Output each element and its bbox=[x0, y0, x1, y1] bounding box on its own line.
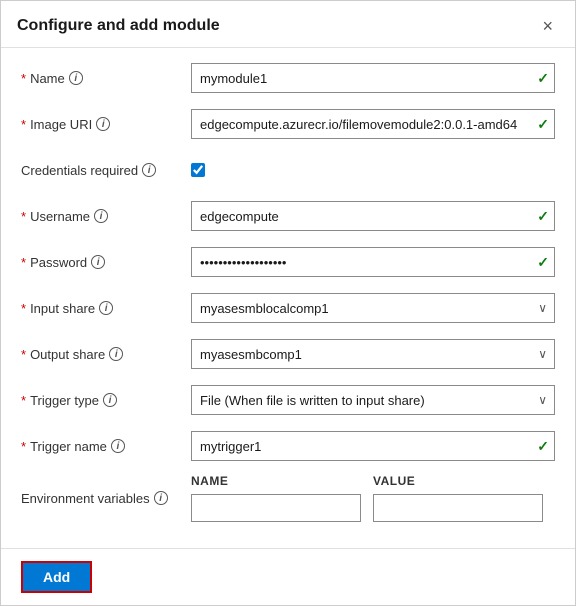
trigger-name-label-text: Trigger name bbox=[30, 439, 107, 454]
env-value-header: VALUE bbox=[373, 474, 543, 488]
env-vars-row: Environment variables i NAME VALUE bbox=[21, 474, 555, 522]
image-uri-row: * Image URI i ✓ bbox=[21, 106, 555, 142]
password-input[interactable] bbox=[191, 247, 555, 277]
input-share-label-text: Input share bbox=[30, 301, 95, 316]
username-label: * Username i bbox=[21, 209, 191, 224]
trigger-name-required: * bbox=[21, 439, 26, 454]
password-info-icon: i bbox=[91, 255, 105, 269]
trigger-type-row: * Trigger type i File (When file is writ… bbox=[21, 382, 555, 418]
credentials-row: Credentials required i bbox=[21, 152, 555, 188]
output-share-select[interactable]: myasesmbcomp1 bbox=[191, 339, 555, 369]
input-share-required: * bbox=[21, 301, 26, 316]
image-uri-input[interactable] bbox=[191, 109, 555, 139]
output-share-row: * Output share i myasesmbcomp1 ∨ bbox=[21, 336, 555, 372]
name-control: ✓ bbox=[191, 63, 555, 93]
trigger-type-select[interactable]: File (When file is written to input shar… bbox=[191, 385, 555, 415]
username-input[interactable] bbox=[191, 201, 555, 231]
trigger-type-control: File (When file is written to input shar… bbox=[191, 385, 555, 415]
configure-module-dialog: Configure and add module × * Name i ✓ * … bbox=[0, 0, 576, 606]
password-check-icon: ✓ bbox=[537, 254, 549, 271]
output-share-info-icon: i bbox=[109, 347, 123, 361]
env-vars-info-icon: i bbox=[154, 491, 168, 505]
name-check-icon: ✓ bbox=[537, 70, 549, 87]
username-control: ✓ bbox=[191, 201, 555, 231]
trigger-type-info-icon: i bbox=[103, 393, 117, 407]
credentials-label-text: Credentials required bbox=[21, 163, 138, 178]
name-required: * bbox=[21, 71, 26, 86]
input-share-info-icon: i bbox=[99, 301, 113, 315]
env-inputs bbox=[191, 494, 555, 522]
env-vars-label-text: Environment variables bbox=[21, 491, 150, 506]
trigger-name-label: * Trigger name i bbox=[21, 439, 191, 454]
image-uri-required: * bbox=[21, 117, 26, 132]
output-share-label: * Output share i bbox=[21, 347, 191, 362]
password-label: * Password i bbox=[21, 255, 191, 270]
trigger-name-info-icon: i bbox=[111, 439, 125, 453]
env-value-input[interactable] bbox=[373, 494, 543, 522]
password-label-text: Password bbox=[30, 255, 87, 270]
name-input[interactable] bbox=[191, 63, 555, 93]
env-vars-label: Environment variables i bbox=[21, 491, 191, 506]
password-required: * bbox=[21, 255, 26, 270]
input-share-label: * Input share i bbox=[21, 301, 191, 316]
password-control: ✓ bbox=[191, 247, 555, 277]
password-row: * Password i ✓ bbox=[21, 244, 555, 280]
env-name-header: NAME bbox=[191, 474, 361, 488]
input-share-control: myasesmblocalcomp1 ∨ bbox=[191, 293, 555, 323]
env-name-input[interactable] bbox=[191, 494, 361, 522]
credentials-checkbox[interactable] bbox=[191, 163, 205, 177]
image-uri-label-text: Image URI bbox=[30, 117, 92, 132]
trigger-type-label-text: Trigger type bbox=[30, 393, 99, 408]
dialog-title: Configure and add module bbox=[17, 17, 220, 35]
trigger-type-label: * Trigger type i bbox=[21, 393, 191, 408]
dialog-header: Configure and add module × bbox=[1, 1, 575, 48]
credentials-control bbox=[191, 163, 555, 177]
input-share-row: * Input share i myasesmblocalcomp1 ∨ bbox=[21, 290, 555, 326]
output-share-dropdown-wrap: myasesmbcomp1 ∨ bbox=[191, 339, 555, 369]
close-button[interactable]: × bbox=[536, 15, 559, 37]
image-uri-label: * Image URI i bbox=[21, 117, 191, 132]
username-check-icon: ✓ bbox=[537, 208, 549, 225]
name-info-icon: i bbox=[69, 71, 83, 85]
output-share-label-text: Output share bbox=[30, 347, 105, 362]
input-share-select[interactable]: myasesmblocalcomp1 bbox=[191, 293, 555, 323]
username-required: * bbox=[21, 209, 26, 224]
name-label-text: Name bbox=[30, 71, 65, 86]
credentials-info-icon: i bbox=[142, 163, 156, 177]
trigger-name-input[interactable] bbox=[191, 431, 555, 461]
credentials-label: Credentials required i bbox=[21, 163, 191, 178]
image-uri-info-icon: i bbox=[96, 117, 110, 131]
trigger-name-check-icon: ✓ bbox=[537, 438, 549, 455]
add-button[interactable]: Add bbox=[21, 561, 92, 593]
username-label-text: Username bbox=[30, 209, 90, 224]
image-uri-control: ✓ bbox=[191, 109, 555, 139]
env-headers: NAME VALUE bbox=[191, 474, 555, 488]
trigger-type-dropdown-wrap: File (When file is written to input shar… bbox=[191, 385, 555, 415]
trigger-name-control: ✓ bbox=[191, 431, 555, 461]
output-share-required: * bbox=[21, 347, 26, 362]
input-share-dropdown-wrap: myasesmblocalcomp1 ∨ bbox=[191, 293, 555, 323]
output-share-control: myasesmbcomp1 ∨ bbox=[191, 339, 555, 369]
trigger-type-required: * bbox=[21, 393, 26, 408]
username-row: * Username i ✓ bbox=[21, 198, 555, 234]
trigger-name-row: * Trigger name i ✓ bbox=[21, 428, 555, 464]
name-label: * Name i bbox=[21, 71, 191, 86]
username-info-icon: i bbox=[94, 209, 108, 223]
dialog-body: * Name i ✓ * Image URI i ✓ Cre bbox=[1, 48, 575, 548]
image-uri-check-icon: ✓ bbox=[537, 116, 549, 133]
name-row: * Name i ✓ bbox=[21, 60, 555, 96]
dialog-footer: Add bbox=[1, 548, 575, 605]
